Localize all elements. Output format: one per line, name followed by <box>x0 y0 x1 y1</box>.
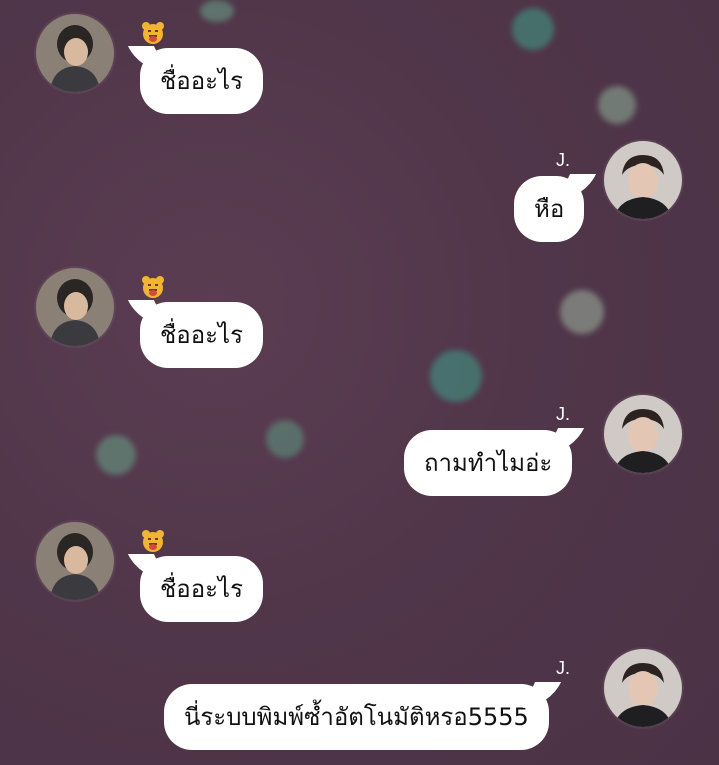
bokeh-dot <box>512 8 554 50</box>
sender-name: J. <box>556 658 571 678</box>
bokeh-dot <box>266 420 304 458</box>
message-text: ถามทำไมอ่ะ <box>424 449 553 477</box>
sender-name: J. <box>556 404 571 424</box>
tiger-emoji-icon <box>142 530 164 552</box>
message-bubble[interactable]: ชื่ออะไร <box>140 302 263 368</box>
message-bubble[interactable]: ชื่ออะไร <box>140 556 263 622</box>
avatar[interactable] <box>604 649 682 727</box>
bokeh-dot <box>200 0 234 22</box>
bokeh-dot <box>560 290 604 334</box>
message-text: ชื่ออะไร <box>160 321 243 349</box>
avatar[interactable] <box>36 522 114 600</box>
bokeh-dot <box>598 86 636 124</box>
avatar[interactable] <box>36 14 114 92</box>
bokeh-dot <box>430 350 482 402</box>
avatar[interactable] <box>604 141 682 219</box>
message-bubble[interactable]: ถามทำไมอ่ะ <box>404 430 573 496</box>
message-text: ชื่ออะไร <box>160 575 243 603</box>
avatar[interactable] <box>604 395 682 473</box>
tiger-emoji-icon <box>142 22 164 44</box>
tiger-emoji-icon <box>142 276 164 298</box>
message-text: หือ <box>534 195 565 223</box>
message-text: นี่ระบบพิมพ์ซ้ำอัตโนมัติหรอ5555 <box>184 703 529 731</box>
message-bubble[interactable]: หือ <box>514 176 585 242</box>
message-text: ชื่ออะไร <box>160 67 243 95</box>
bokeh-dot <box>96 435 136 475</box>
message-bubble[interactable]: นี่ระบบพิมพ์ซ้ำอัตโนมัติหรอ5555 <box>164 684 549 750</box>
avatar[interactable] <box>36 268 114 346</box>
message-bubble[interactable]: ชื่ออะไร <box>140 48 263 114</box>
sender-name: J. <box>556 150 571 170</box>
